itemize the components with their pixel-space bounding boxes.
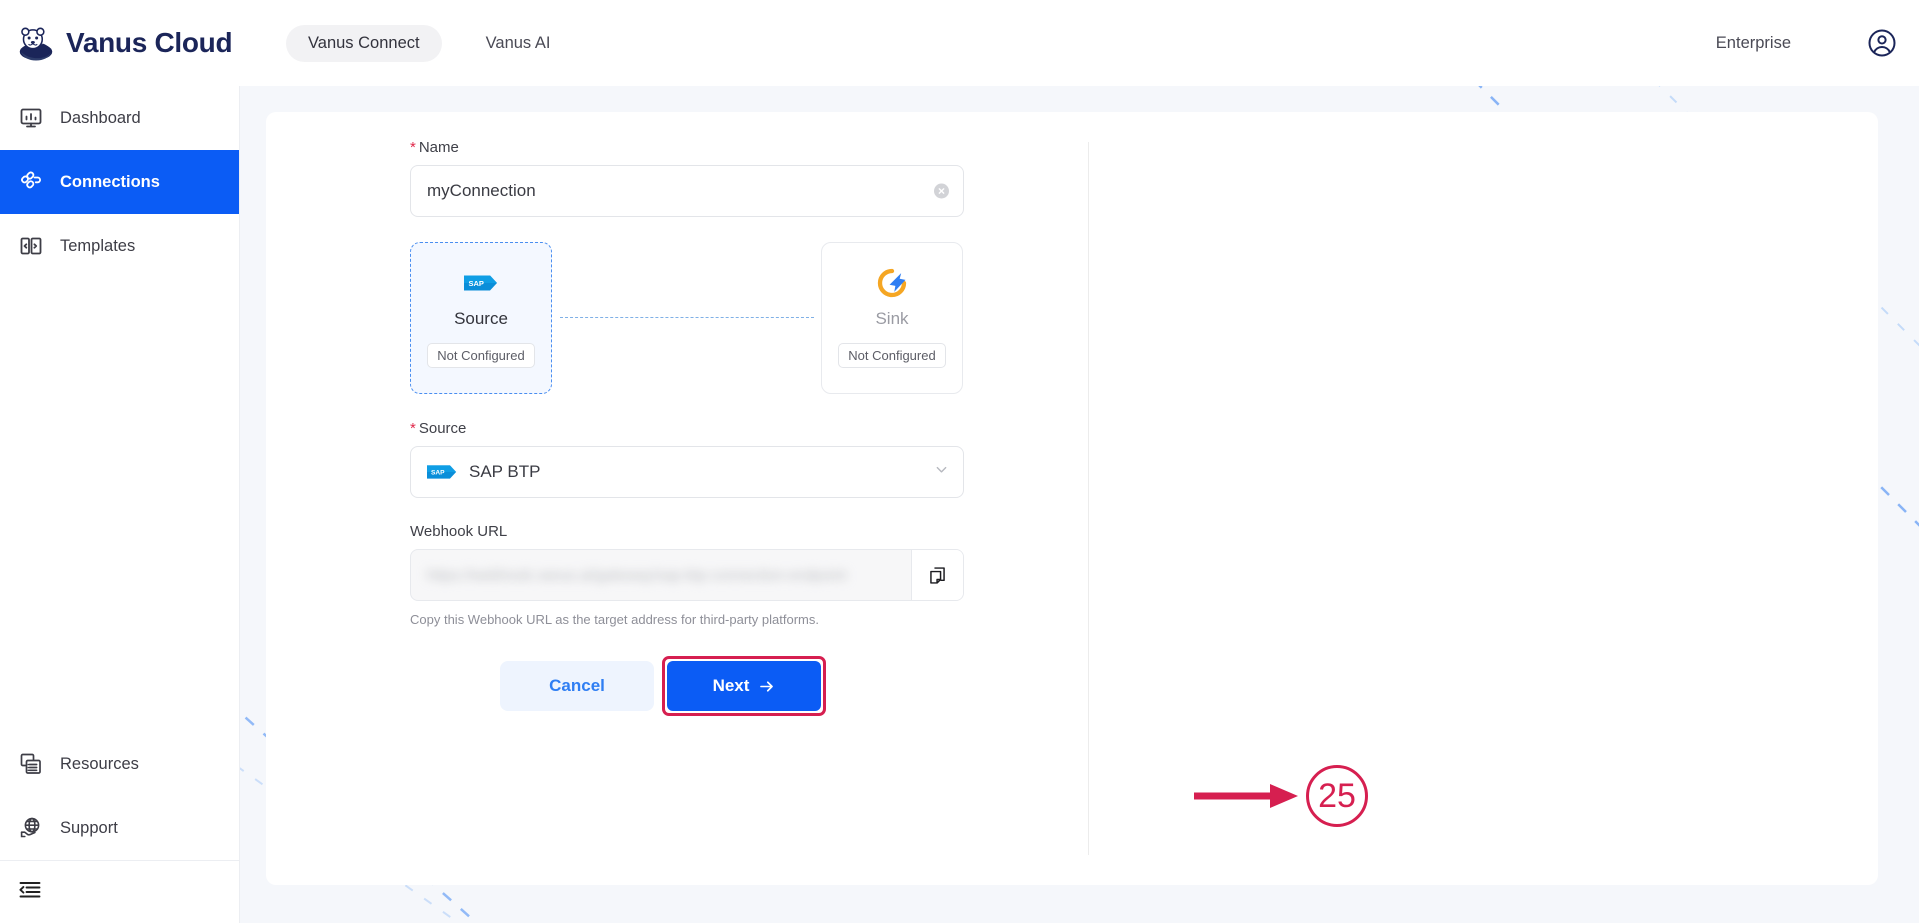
support-globe-hand-icon xyxy=(18,815,44,841)
next-button-label: Next xyxy=(712,676,750,695)
sidebar-item-dashboard[interactable]: Dashboard xyxy=(0,86,239,150)
content-card: * Name myConnection SAP Source Not Confi… xyxy=(266,112,1878,885)
webhook-label-text: Webhook URL xyxy=(410,523,508,540)
flow-node-title: Source xyxy=(454,309,508,328)
form-actions: Cancel Next xyxy=(410,656,964,716)
app-root: Vanus Cloud Vanus Connect Vanus AI Enter… xyxy=(0,0,1919,923)
top-header: Vanus Cloud Vanus Connect Vanus AI Enter… xyxy=(0,0,1919,86)
webhook-url-field: https://webhook.vanus.ai/gateway/sap-btp… xyxy=(410,549,964,601)
sidebar-item-label: Connections xyxy=(60,172,160,191)
source-select-value: SAP BTP xyxy=(469,462,541,481)
sap-logo-icon: SAP xyxy=(464,269,498,297)
name-input-value: myConnection xyxy=(427,181,536,200)
dashboard-monitor-icon xyxy=(18,105,44,131)
sidebar-item-label: Dashboard xyxy=(60,108,141,127)
cancel-button[interactable]: Cancel xyxy=(500,661,654,711)
tab-vanus-connect[interactable]: Vanus Connect xyxy=(286,24,442,62)
sidebar-collapse-button[interactable] xyxy=(0,861,239,923)
sidebar-item-label: Templates xyxy=(60,236,136,255)
next-button[interactable]: Next xyxy=(667,661,821,711)
resources-list-icon xyxy=(18,751,44,777)
connection-form: * Name myConnection SAP Source Not Confi… xyxy=(410,139,964,716)
source-select[interactable]: SAP SAP BTP xyxy=(410,446,964,498)
webhook-label: Webhook URL xyxy=(410,523,964,540)
sidebar-item-label: Support xyxy=(60,818,118,837)
next-button-wrapper: Next xyxy=(662,656,826,716)
svg-text:SAP: SAP xyxy=(431,470,445,477)
tab-vanus-ai[interactable]: Vanus AI xyxy=(464,25,573,62)
header-nav-tabs: Vanus Connect Vanus AI xyxy=(286,24,573,62)
brand-title: Vanus Cloud xyxy=(66,27,233,58)
flow-node-source[interactable]: SAP Source Not Configured xyxy=(410,242,552,394)
arrow-right-icon xyxy=(760,680,774,692)
page-body: * Name myConnection SAP Source Not Confi… xyxy=(240,86,1919,923)
flow-node-status-badge: Not Configured xyxy=(838,343,946,368)
header-right-group: Enterprise xyxy=(1716,0,1897,86)
sidebar-item-resources[interactable]: Resources xyxy=(0,732,239,796)
sidebar-item-support[interactable]: Support xyxy=(0,796,239,860)
webhook-url-value: https://webhook.vanus.ai/gateway/sap-btp… xyxy=(427,566,847,584)
source-sink-flow: SAP Source Not Configured Sink Not Confi… xyxy=(410,242,964,394)
connections-nodes-icon xyxy=(18,169,44,195)
name-input[interactable]: myConnection xyxy=(410,165,964,217)
brand-logo[interactable]: Vanus Cloud xyxy=(16,23,240,63)
sidebar-item-label: Resources xyxy=(60,754,139,773)
plan-label: Enterprise xyxy=(1715,33,1791,52)
name-field-label: * Name xyxy=(410,139,964,156)
collapse-sidebar-icon xyxy=(18,878,42,907)
user-circle-icon[interactable] xyxy=(1867,28,1897,58)
required-indicator: * xyxy=(410,420,416,437)
required-indicator: * xyxy=(410,139,416,156)
copy-icon[interactable] xyxy=(911,550,963,600)
flow-node-sink[interactable]: Sink Not Configured xyxy=(821,242,963,394)
source-select-label: * Source xyxy=(410,420,964,437)
clear-circle-icon[interactable] xyxy=(934,183,949,199)
templates-panels-icon xyxy=(18,233,44,259)
sidebar-bottom-group: Resources Support xyxy=(0,732,239,923)
flow-node-status-badge: Not Configured xyxy=(427,343,535,368)
webhook-hint: Copy this Webhook URL as the target addr… xyxy=(410,612,819,627)
sap-logo-icon: SAP xyxy=(427,464,457,480)
flow-connector-line xyxy=(560,317,814,318)
sidebar-item-templates[interactable]: Templates xyxy=(0,214,239,278)
vertical-divider xyxy=(1088,142,1089,855)
chevron-down-icon xyxy=(935,463,948,481)
sidebar: Dashboard Connections Templates Resource… xyxy=(0,86,240,923)
otter-logo-icon xyxy=(19,27,53,61)
flow-node-title: Sink xyxy=(875,309,909,328)
name-label-text: Name xyxy=(418,139,459,156)
source-label-text: Source xyxy=(418,420,467,437)
svg-text:SAP: SAP xyxy=(469,279,484,288)
vanus-connector-icon xyxy=(877,268,907,298)
sidebar-item-connections[interactable]: Connections xyxy=(0,150,239,214)
